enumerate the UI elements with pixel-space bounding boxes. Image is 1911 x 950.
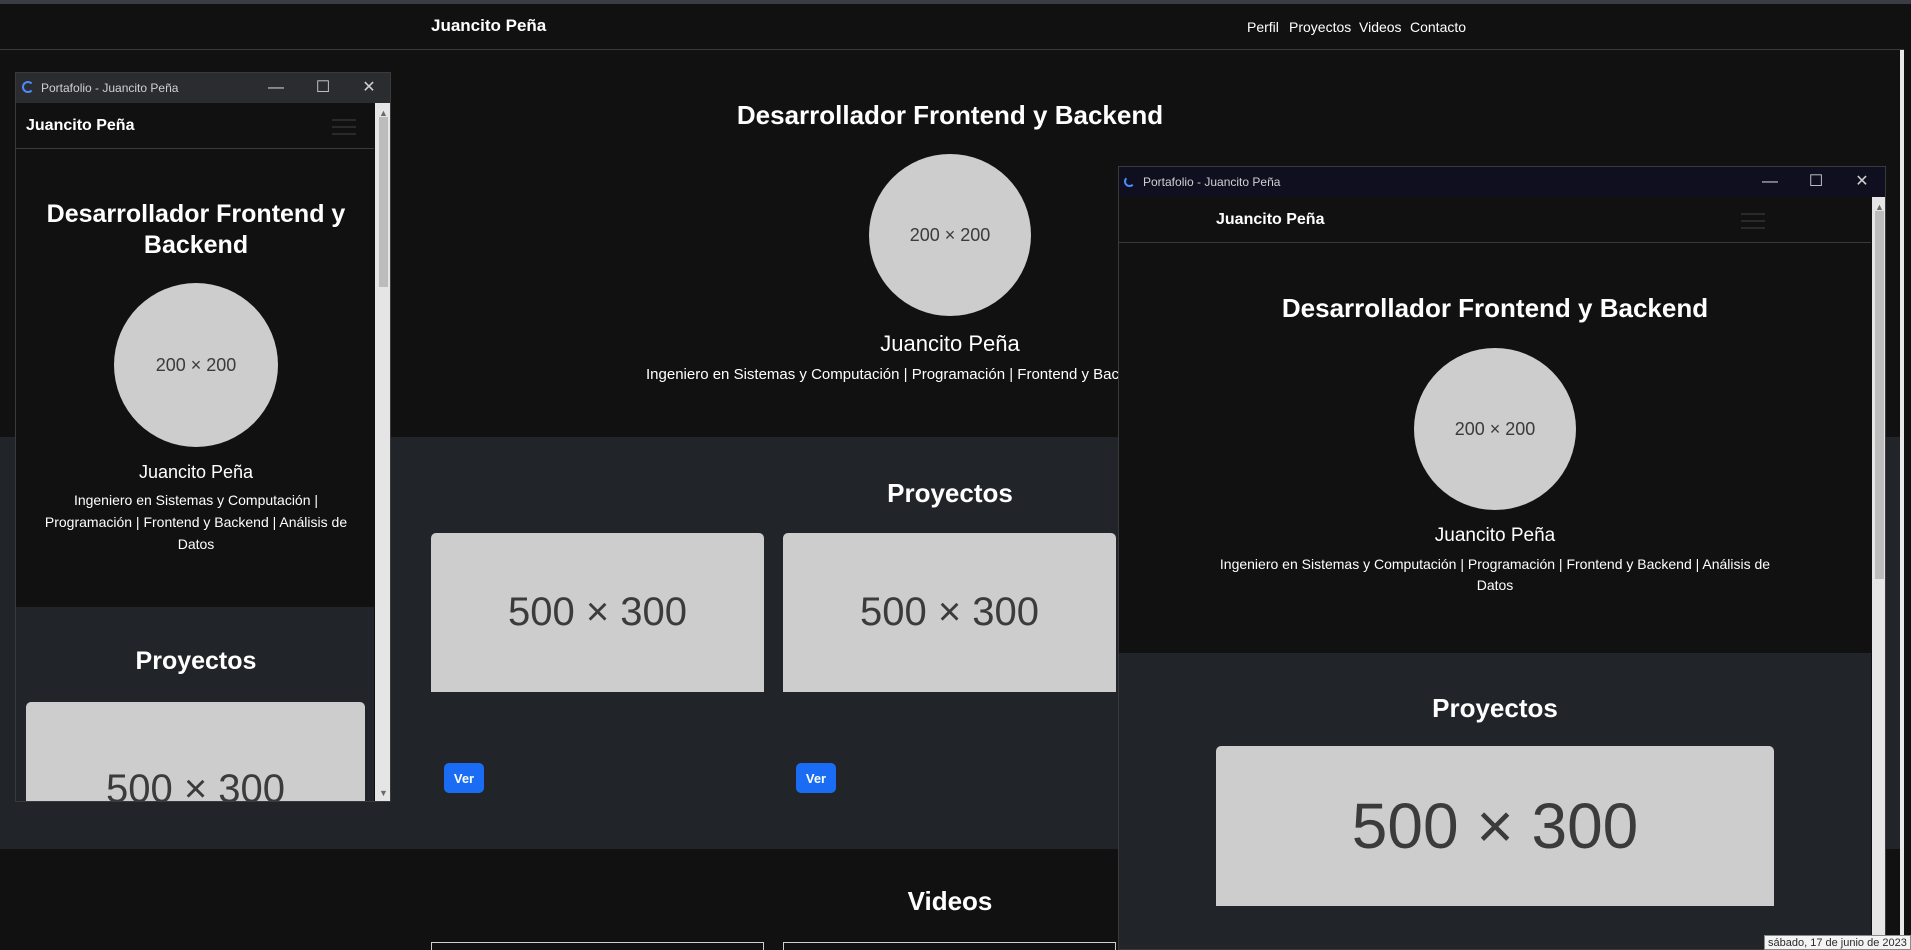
close-icon[interactable]: ✕ [354, 74, 384, 102]
medium-window-scrollbar[interactable]: ▲ [1872, 197, 1885, 949]
minimize-icon[interactable]: — [261, 74, 291, 102]
hamburger-menu-icon[interactable] [1741, 213, 1765, 229]
video-card-1 [431, 942, 764, 950]
small-name: Juancito Peña [138, 462, 254, 482]
video-card-2 [783, 942, 1116, 950]
maximize-icon[interactable]: ☐ [308, 74, 338, 102]
small-project-card-image: 500 × 300 [26, 702, 365, 801]
scroll-down-arrow-icon[interactable]: ▼ [375, 787, 390, 799]
small-hero-title: Desarrollador Frontend y Backend [46, 200, 346, 259]
main-projects-title: Proyectos [887, 478, 1013, 508]
medium-scroll-thumb[interactable] [1875, 211, 1884, 579]
loading-icon [1124, 176, 1135, 187]
small-window-scrollbar[interactable]: ▲ ▼ [375, 103, 390, 801]
small-projects-title: Proyectos [135, 647, 257, 675]
main-subtitle: Ingeniero en Sistemas y Computación | Pr… [646, 366, 1152, 383]
main-videos-title: Videos [907, 886, 993, 916]
small-brand[interactable]: Juancito Peña [26, 117, 134, 135]
project-card-2-image: 500 × 300 [783, 533, 1116, 692]
close-icon[interactable]: ✕ [1847, 168, 1877, 196]
medium-avatar: 200 × 200 [1414, 348, 1576, 510]
main-name: Juancito Peña [880, 331, 1020, 356]
medium-projects-title: Proyectos [1432, 693, 1558, 723]
project-card-2-ver-button[interactable]: Ver [796, 763, 836, 793]
small-subtitle: Ingeniero en Sistemas y Computación | Pr… [44, 492, 348, 552]
nav-link-videos[interactable]: Videos [1359, 19, 1402, 35]
medium-subtitle: Ingeniero en Sistemas y Computación | Pr… [1219, 556, 1771, 593]
small-browser-window: Portafolio - Juancito Peña — ☐ ✕ Juancit… [15, 72, 391, 802]
medium-project-card-image: 500 × 300 [1216, 746, 1774, 906]
small-scroll-thumb[interactable] [379, 117, 388, 287]
medium-card-body [1216, 906, 1774, 949]
page-scrollbar[interactable] [1900, 4, 1904, 950]
project-card-1-image: 500 × 300 [431, 533, 764, 692]
maximize-icon[interactable]: ☐ [1801, 168, 1831, 196]
medium-name: Juancito Peña [1434, 525, 1556, 546]
medium-window-title: Portafolio - Juancito Peña [1143, 175, 1281, 189]
date-tooltip: sábado, 17 de junio de 2023 [1764, 935, 1911, 950]
nav-link-proyectos[interactable]: Proyectos [1289, 19, 1351, 35]
loading-icon [22, 81, 34, 93]
minimize-icon[interactable]: — [1755, 168, 1785, 196]
project-card-1-ver-button[interactable]: Ver [444, 763, 484, 793]
medium-brand[interactable]: Juancito Peña [1216, 211, 1324, 229]
small-avatar: 200 × 200 [114, 283, 278, 447]
medium-browser-window: Portafolio - Juancito Peña — ☐ ✕ Juancit… [1118, 166, 1886, 950]
main-navbar [0, 4, 1904, 50]
nav-link-perfil[interactable]: Perfil [1247, 19, 1279, 35]
medium-hero-title: Desarrollador Frontend y Backend [1281, 293, 1709, 323]
main-brand[interactable]: Juancito Peña [431, 16, 546, 36]
nav-link-contacto[interactable]: Contacto [1410, 19, 1466, 35]
small-window-title: Portafolio - Juancito Peña [41, 81, 179, 95]
main-hero-title: Desarrollador Frontend y Backend [736, 100, 1164, 130]
main-avatar: 200 × 200 [869, 154, 1031, 316]
hamburger-menu-icon[interactable] [332, 119, 356, 135]
